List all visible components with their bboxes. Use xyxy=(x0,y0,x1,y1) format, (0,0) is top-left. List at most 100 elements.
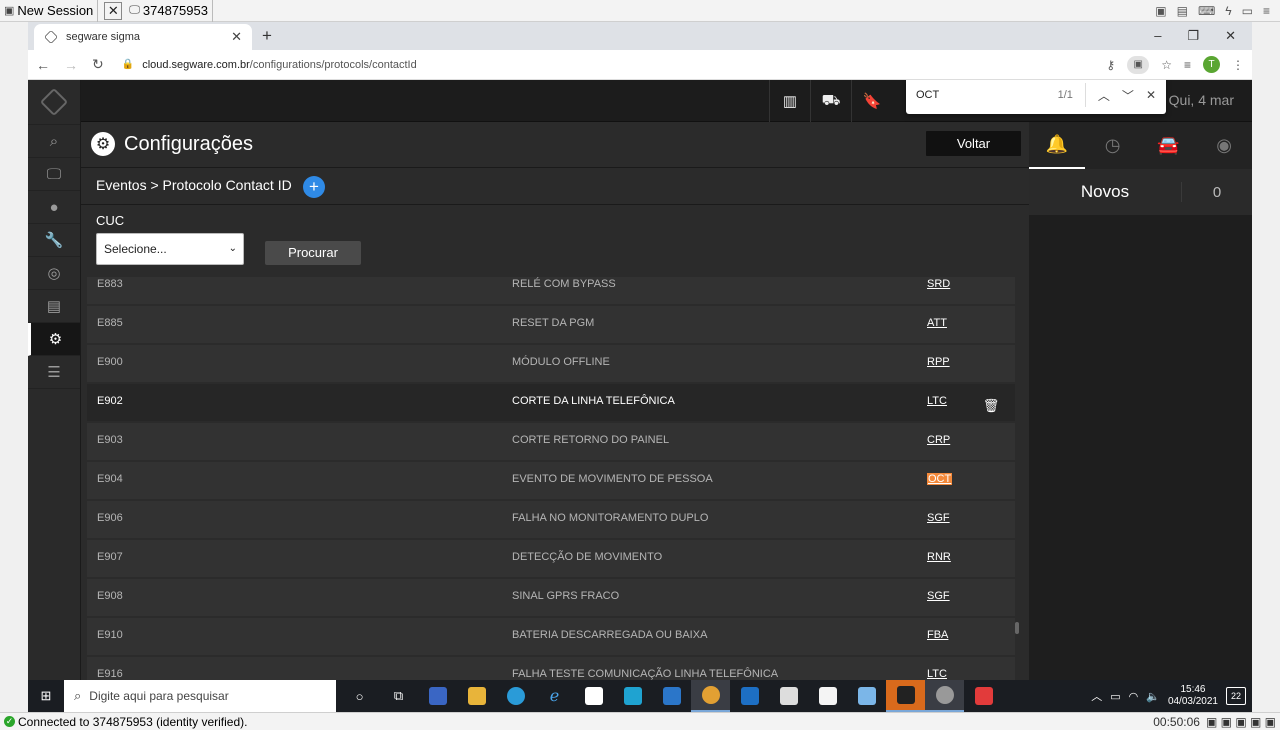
page-zoom-icon[interactable]: ▣ xyxy=(1127,55,1150,74)
back-icon[interactable]: ← xyxy=(36,57,50,73)
task-view-icon[interactable]: ⧉ xyxy=(379,680,418,712)
event-tag-link[interactable]: FBA xyxy=(927,629,948,641)
keyboard-icon[interactable]: ⌨ xyxy=(1198,4,1215,18)
sidebar-item-settings[interactable]: ⚙ xyxy=(28,323,80,356)
screen-icon[interactable]: ▣ xyxy=(1155,4,1166,18)
handshake-icon[interactable]: ⛟ xyxy=(810,80,851,122)
reload-icon[interactable]: ↻ xyxy=(92,56,104,73)
find-next-icon[interactable]: ﹀ xyxy=(1122,87,1134,104)
battery-icon[interactable]: ▭ xyxy=(1110,690,1120,703)
event-tag-link[interactable]: LTC xyxy=(927,395,947,407)
table-row[interactable]: E900 MÓDULO OFFLINE RPP xyxy=(87,345,1015,382)
bookmark-icon[interactable]: 🔖 xyxy=(851,80,892,122)
eye-icon[interactable]: ◉ xyxy=(1196,122,1252,169)
tray-chevron-icon[interactable]: ︿ xyxy=(1091,688,1102,704)
cuc-select[interactable]: Selecione... ⌄ xyxy=(96,233,244,265)
wifi-icon[interactable]: ◠ xyxy=(1129,690,1139,703)
segware-app-icon[interactable] xyxy=(886,680,925,712)
table-row[interactable]: E908 SINAL GPRS FRACO SGF xyxy=(87,579,1015,616)
outlook-icon[interactable] xyxy=(730,680,769,712)
power-icon[interactable]: ϟ xyxy=(1225,4,1231,18)
app-logo[interactable] xyxy=(28,80,80,125)
event-tag-link-found[interactable]: OCT xyxy=(927,473,953,485)
table-row[interactable]: E907 DETECÇÃO DE MOVIMENTO RNR xyxy=(87,540,1015,577)
new-tab-icon[interactable]: + xyxy=(262,26,272,46)
display-icon[interactable]: ▭ xyxy=(1242,4,1253,18)
find-prev-icon[interactable]: ︿ xyxy=(1098,87,1110,104)
add-event-button[interactable]: + xyxy=(303,176,325,198)
windows-start-icon[interactable]: ⊞ xyxy=(28,680,64,712)
taskbar-clock[interactable]: 15:46 04/03/2021 xyxy=(1168,684,1218,708)
sidebar-item-tools[interactable]: 🔧 xyxy=(28,224,80,257)
menu-icon[interactable]: ≡ xyxy=(1263,4,1270,18)
browser-tab[interactable]: segware sigma ✕ xyxy=(34,24,252,50)
novos-summary[interactable]: Novos 0 xyxy=(1029,169,1252,215)
table-row[interactable]: E903 CORTE RETORNO DO PAINEL CRP xyxy=(87,423,1015,460)
close-window-icon[interactable]: ✕ xyxy=(1225,28,1236,44)
event-tag-link[interactable]: SGF xyxy=(927,590,950,602)
internet-explorer-icon[interactable]: ℯ xyxy=(535,680,574,712)
protocol-table: E883 RELÉ COM BYPASS SRD E885 RESET DA P… xyxy=(87,277,1015,680)
event-tag-link[interactable]: RNR xyxy=(927,551,951,563)
more-menu-icon[interactable]: ⋮ xyxy=(1232,58,1244,72)
mail-icon[interactable] xyxy=(652,680,691,712)
url-field[interactable]: 🔒 cloud.segware.com.br /configurations/p… xyxy=(122,59,417,71)
remote-tab-session[interactable]: 🖵 374875953 xyxy=(125,0,213,22)
reading-list-icon[interactable]: ≡ xyxy=(1184,58,1191,72)
teamviewer-icon[interactable] xyxy=(964,680,1003,712)
restore-icon[interactable]: ❐ xyxy=(1187,28,1199,44)
edge-icon[interactable] xyxy=(496,680,535,712)
remote-tab-new-session[interactable]: ▣ New Session xyxy=(0,0,99,22)
find-close-icon[interactable]: ✕ xyxy=(1146,88,1156,102)
back-button[interactable]: Voltar xyxy=(926,131,1021,156)
history-icon[interactable]: ◷ xyxy=(1085,122,1141,169)
star-icon[interactable]: ☆ xyxy=(1161,58,1172,72)
file-explorer-icon[interactable] xyxy=(457,680,496,712)
bell-icon[interactable]: 🔔 xyxy=(1029,122,1085,169)
car-icon[interactable]: 🚘 xyxy=(1141,122,1197,169)
app-l-icon[interactable] xyxy=(613,680,652,712)
sidebar-item-search[interactable]: ⌕ xyxy=(28,125,80,158)
event-tag-link[interactable]: SGF xyxy=(927,512,950,524)
sidebar-item-list[interactable]: ☰ xyxy=(28,356,80,389)
app-user-icon[interactable] xyxy=(418,680,457,712)
event-tag-link[interactable]: LTC xyxy=(927,668,947,680)
signature-app-icon[interactable] xyxy=(808,680,847,712)
minimize-icon[interactable]: – xyxy=(1154,28,1161,44)
volume-icon[interactable]: 🔈 xyxy=(1146,690,1160,703)
table-row[interactable]: E910 BATERIA DESCARREGADA OU BAIXA FBA xyxy=(87,618,1015,655)
chat-icon[interactable]: ▤ xyxy=(1177,4,1188,18)
forward-icon[interactable]: → xyxy=(64,57,78,73)
event-tag-link[interactable]: SRD xyxy=(927,278,950,290)
table-row[interactable]: E904 EVENTO DE MOVIMENTO DE PESSOA OCT xyxy=(87,462,1015,499)
table-row[interactable]: E906 FALHA NO MONITORAMENTO DUPLO SGF xyxy=(87,501,1015,538)
find-input[interactable]: OCT xyxy=(916,89,939,101)
event-tag-link[interactable]: ATT xyxy=(927,317,947,329)
app-gray-icon[interactable] xyxy=(925,680,964,712)
table-row[interactable]: E885 RESET DA PGM ATT xyxy=(87,306,1015,343)
close-icon[interactable]: ✕ xyxy=(104,1,123,20)
profile-avatar[interactable]: T xyxy=(1203,56,1220,73)
cortana-icon[interactable]: ○ xyxy=(340,680,379,712)
notifications-icon[interactable]: 22 xyxy=(1226,687,1246,705)
trash-icon[interactable]: 🗑 xyxy=(967,391,1015,421)
store-icon[interactable] xyxy=(574,680,613,712)
sidebar-item-navigation[interactable]: ◎ xyxy=(28,257,80,290)
taskbar-search[interactable]: ⌕ Digite aqui para pesquisar xyxy=(64,680,336,712)
key-icon[interactable]: ⚷ xyxy=(1106,58,1115,72)
sidebar-item-monitor[interactable]: 🖵 xyxy=(28,158,80,191)
search-button[interactable]: Procurar xyxy=(265,241,361,265)
table-row[interactable]: E916 FALHA TESTE COMUNICAÇÃO LINHA TELEF… xyxy=(87,657,1015,680)
table-row-hovered[interactable]: E902 CORTE DA LINHA TELEFÔNICA LTC 🗑 xyxy=(87,384,1015,421)
notes-icon[interactable] xyxy=(847,680,886,712)
sidebar-item-users[interactable]: ● xyxy=(28,191,80,224)
chrome-icon[interactable] xyxy=(691,680,730,712)
chart-icon[interactable]: ▥ xyxy=(769,80,810,122)
table-row[interactable]: E883 RELÉ COM BYPASS SRD xyxy=(87,277,1015,304)
sidebar-item-reports[interactable]: ▤ xyxy=(28,290,80,323)
scrollbar-thumb[interactable] xyxy=(1015,622,1019,634)
close-tab-icon[interactable]: ✕ xyxy=(231,29,242,45)
app-dark-icon[interactable] xyxy=(769,680,808,712)
event-tag-link[interactable]: CRP xyxy=(927,434,950,446)
event-tag-link[interactable]: RPP xyxy=(927,356,950,368)
